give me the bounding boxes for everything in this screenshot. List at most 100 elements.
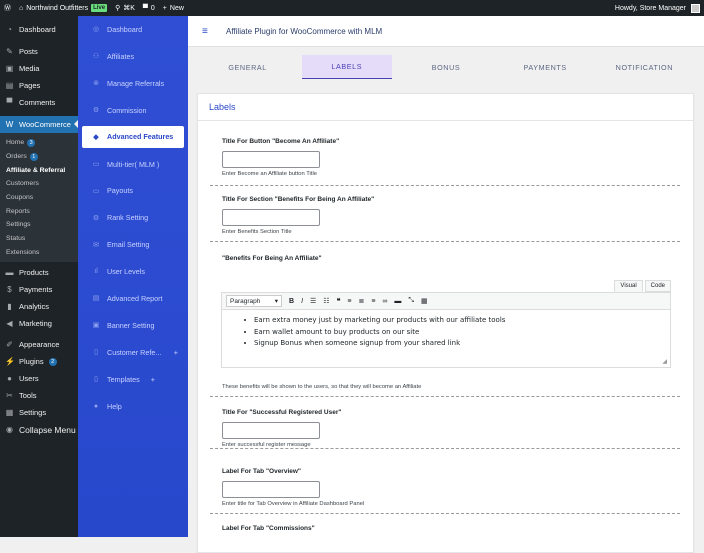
tab-payments[interactable]: PAYMENTS (500, 55, 590, 79)
plugin-nav-templates[interactable]: ▯ Templates + (78, 366, 188, 393)
tab-bonus[interactable]: BONUS (401, 55, 491, 79)
plugin-nav-email-setting[interactable]: ✉ Email Setting (78, 231, 188, 258)
plugin-nav-payouts[interactable]: ▭ Payouts (78, 177, 188, 204)
nav-label: Help (107, 401, 122, 411)
nav-label: Email Setting (107, 240, 150, 250)
submenu-home[interactable]: Home 3 (0, 136, 78, 150)
nav-label: Banner Setting (107, 320, 155, 330)
plugin-nav-advanced-report[interactable]: ▤ Advanced Report (78, 285, 188, 312)
collapse-menu-button[interactable]: ◉ Collapse Menu (0, 421, 78, 438)
bold-icon[interactable]: B (289, 298, 294, 305)
site-name-link[interactable]: ⌂ Northwind Outfitters Live (15, 0, 111, 16)
blockquote-icon[interactable]: ❝ (337, 297, 341, 305)
visual-tab[interactable]: Visual (614, 280, 643, 292)
field-title: Title For Section "Benefits For Being An… (222, 196, 375, 203)
document-icon: ▯ (94, 349, 98, 357)
editor-content[interactable]: Earn extra money just by marketing our p… (221, 310, 671, 368)
wordpress-logo-icon[interactable]: Ⓦ (0, 0, 15, 16)
successful-register-input[interactable] (222, 422, 320, 439)
plugin-nav-affiliates[interactable]: ⚇ Affiliates (78, 43, 188, 70)
account-menu[interactable]: Howdy, Store Manager (611, 0, 704, 16)
hamburger-menu-icon[interactable]: ≡ (202, 26, 212, 37)
count-badge: 3 (27, 138, 36, 147)
menu-settings[interactable]: ▦ Settings (0, 404, 78, 421)
search-icon: ⚲ (115, 5, 121, 12)
fullscreen-icon[interactable]: ⤡ (408, 297, 414, 305)
read-more-icon[interactable]: ▬ (394, 298, 401, 305)
menu-tools[interactable]: ✂ Tools (0, 387, 78, 404)
submenu-affiliate-referral[interactable]: Affiliate & Referral (0, 163, 78, 177)
pages-icon: ▤ (5, 81, 14, 90)
benefit-item: Signup Bonus when someone signup from yo… (244, 338, 670, 350)
menu-label: Settings (19, 408, 47, 418)
align-right-icon[interactable]: ≡ (371, 298, 375, 305)
menu-media[interactable]: ▣ Media (0, 60, 78, 77)
field-benefits-section: Title For Section "Benefits For Being An… (210, 196, 680, 242)
menu-label: Appearance (19, 340, 60, 350)
plugin-nav-advanced-features[interactable]: ◆ Advanced Features (82, 125, 184, 148)
link-icon: ⊗ (93, 80, 99, 88)
align-left-icon[interactable]: ≡ (347, 298, 351, 305)
menu-plugins[interactable]: ⚡ Plugins 2 (0, 353, 78, 370)
submenu-settings[interactable]: Settings (0, 218, 78, 232)
menu-payments[interactable]: $ Payments (0, 281, 78, 298)
submenu-customers[interactable]: Customers (0, 177, 78, 191)
tab-notification[interactable]: NOTIFICATION (599, 55, 689, 79)
comments-link[interactable]: ▀ 0 (139, 0, 159, 16)
menu-posts[interactable]: ✎ Posts (0, 43, 78, 60)
submenu-coupons[interactable]: Coupons (0, 191, 78, 205)
overview-tab-input[interactable] (222, 481, 320, 498)
menu-dashboard[interactable]: ◔ Dashboard (0, 21, 78, 38)
new-content-link[interactable]: + New (159, 0, 188, 16)
become-affiliate-input[interactable] (222, 151, 320, 168)
users-icon: ⚇ (92, 53, 100, 61)
menu-label: Products (19, 268, 49, 278)
benefits-title-input[interactable] (222, 209, 320, 226)
menu-label: Posts (19, 47, 38, 56)
field-title: Title For "Successful Registered User" (222, 409, 342, 416)
plugin-nav-multi-tier[interactable]: ▭ Multi-tier( MLM ) (78, 151, 188, 178)
code-tab[interactable]: Code (644, 280, 671, 292)
menu-label: Tools (19, 391, 37, 401)
command-palette-button[interactable]: ⚲ ⌘K (111, 0, 139, 16)
italic-icon[interactable]: I (301, 298, 303, 305)
submenu-orders[interactable]: Orders 1 (0, 150, 78, 164)
link-icon[interactable]: ∞ (382, 298, 387, 305)
menu-products[interactable]: ▬ Products (0, 264, 78, 281)
help-icon: ● (93, 402, 99, 410)
menu-woocommerce[interactable]: W WooCommerce (0, 116, 78, 133)
expand-plus-icon[interactable]: + (174, 348, 178, 357)
plugin-nav-dashboard[interactable]: ◎ Dashboard (78, 16, 188, 43)
wrench-icon: ✂ (6, 391, 13, 401)
plugin-nav-manage-referrals[interactable]: ⊗ Manage Referrals (78, 70, 188, 97)
menu-label: Analytics (19, 302, 50, 312)
menu-marketing[interactable]: ◀ Marketing (0, 315, 78, 332)
levels-icon: ıl (94, 268, 98, 276)
field-commissions-tab: Label For Tab "Commissions" (210, 525, 680, 545)
submenu-reports[interactable]: Reports (0, 204, 78, 218)
plugin-nav-rank-setting[interactable]: ⚙ Rank Setting (78, 204, 188, 231)
bullet-list-icon[interactable]: ☰ (310, 297, 316, 305)
tab-general[interactable]: GENERAL (203, 55, 293, 79)
plugin-nav-commission[interactable]: ⚙ Commission (78, 97, 188, 124)
plugin-icon: ⚡ (5, 357, 15, 367)
menu-pages[interactable]: ▤ Pages (0, 77, 78, 94)
menu-users[interactable]: ● Users (0, 370, 78, 387)
numbered-list-icon[interactable]: ☷ (323, 297, 329, 305)
plugin-nav-help[interactable]: ● Help (78, 393, 188, 420)
menu-analytics[interactable]: ▮ Analytics (0, 298, 78, 315)
format-select[interactable]: Paragraph ▾ (226, 295, 282, 307)
submenu-status[interactable]: Status (0, 232, 78, 246)
plugin-nav-banner-setting[interactable]: ▣ Banner Setting (78, 312, 188, 339)
tab-labels[interactable]: LABELS (301, 55, 392, 79)
align-center-icon[interactable]: ≣ (358, 297, 364, 305)
plugin-nav-customer-referral[interactable]: ▯ Customer Refe... + (78, 339, 188, 366)
plugin-nav-user-levels[interactable]: ıl User Levels (78, 258, 188, 285)
expand-plus-icon[interactable]: + (151, 375, 155, 384)
toolbar-toggle-icon[interactable]: ▦ (421, 297, 428, 305)
menu-appearance[interactable]: ✐ Appearance (0, 336, 78, 353)
submenu-extensions[interactable]: Extensions (0, 246, 78, 260)
resize-handle-icon[interactable]: ◢ (662, 358, 667, 365)
menu-comments[interactable]: ▀ Comments (0, 94, 78, 111)
format-select-value: Paragraph (230, 297, 261, 305)
